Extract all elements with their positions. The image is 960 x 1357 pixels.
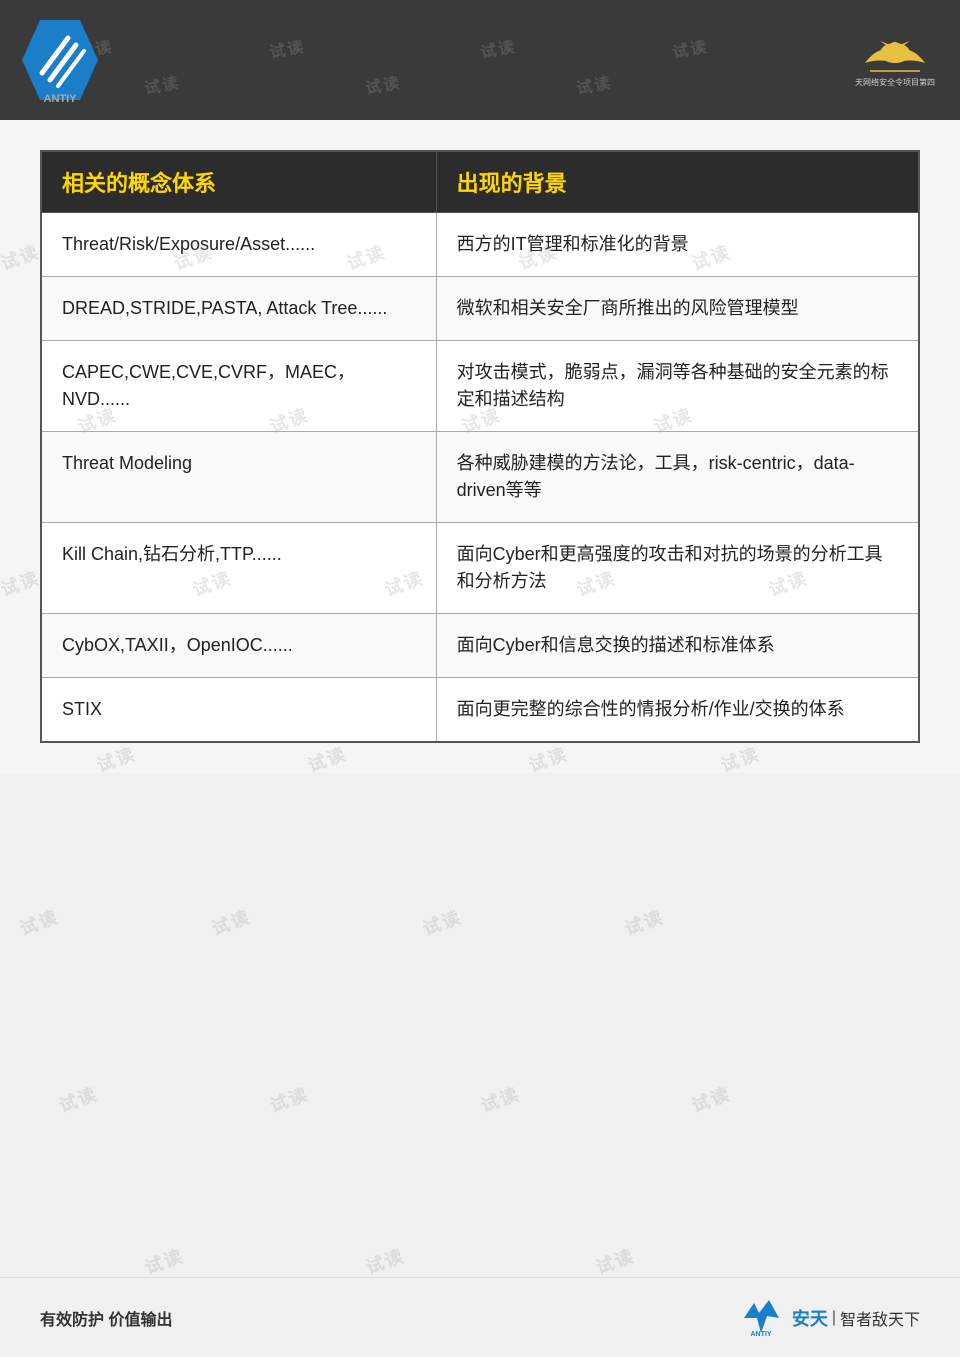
table-row: CAPEC,CWE,CVE,CVRF，MAEC，NVD......对攻击模式，脆… (41, 341, 919, 432)
wm33: 试读 (362, 1242, 408, 1280)
table-header-row: 相关的概念体系 出现的背景 (41, 151, 919, 213)
table-cell-col1-row3: Threat Modeling (41, 432, 436, 523)
table-cell-col1-row4: Kill Chain,钻石分析,TTP...... (41, 523, 436, 614)
logo-area: ANTIY (20, 18, 100, 103)
wm24: 试读 (16, 903, 62, 941)
table-cell-col1-row0: Threat/Risk/Exposure/Asset...... (41, 213, 436, 277)
svg-text:ANTIY: ANTIY (750, 1331, 771, 1338)
svg-text:安天网络安全令项目第四期: 安天网络安全令项目第四期 (855, 77, 935, 87)
header-watermark-7: 试读 (574, 69, 614, 99)
header-brand-icon: 安天网络安全令项目第四期 (855, 33, 935, 88)
table-cell-col1-row2: CAPEC,CWE,CVE,CVRF，MAEC，NVD...... (41, 341, 436, 432)
wm32: 试读 (141, 1242, 187, 1280)
table-cell-col1-row5: CybOX,TAXII，OpenIOC...... (41, 614, 436, 678)
header-right: 安天网络安全令项目第四期 (850, 25, 940, 95)
table-cell-col2-row1: 微软和相关安全厂商所推出的风险管理模型 (436, 277, 919, 341)
wm31: 试读 (688, 1080, 734, 1118)
table-cell-col2-row5: 面向Cyber和信息交换的描述和标准体系 (436, 614, 919, 678)
header-watermark-5: 试读 (142, 69, 182, 99)
table-row: STIX面向更完整的综合性的情报分析/作业/交换的体系 (41, 678, 919, 743)
wm28: 试读 (54, 1080, 100, 1118)
footer-logo-text: 安天 (792, 1305, 828, 1331)
wm29: 试读 (266, 1080, 312, 1118)
col1-header: 相关的概念体系 (41, 151, 436, 213)
header-watermark-2: 试读 (267, 33, 307, 63)
table-cell-col2-row4: 面向Cyber和更高强度的攻击和对抗的场景的分析工具和分析方法 (436, 523, 919, 614)
col2-header: 出现的背景 (436, 151, 919, 213)
table-row: Threat/Risk/Exposure/Asset......西方的IT管理和… (41, 213, 919, 277)
header-watermark-4: 试读 (670, 33, 710, 63)
wm27: 试读 (621, 903, 667, 941)
footer-brand: ANTIY 安天 | 智者敌天下 (739, 1298, 920, 1338)
header-watermarks: 试读 试读 试读 试读 试读 试读 试读 (0, 0, 960, 120)
table-cell-col2-row6: 面向更完整的综合性的情报分析/作业/交换的体系 (436, 678, 919, 743)
table-row: CybOX,TAXII，OpenIOC......面向Cyber和信息交换的描述… (41, 614, 919, 678)
wm34: 试读 (592, 1242, 638, 1280)
wm25: 试读 (208, 903, 254, 941)
table-row: Threat Modeling各种威胁建模的方法论，工具，risk-centri… (41, 432, 919, 523)
footer-logo-icon: ANTIY (739, 1298, 784, 1338)
table-cell-col1-row6: STIX (41, 678, 436, 743)
antiy-text: ANTIY (20, 93, 100, 105)
main-content: 相关的概念体系 出现的背景 Threat/Risk/Exposure/Asset… (0, 120, 960, 773)
header: 试读 试读 试读 试读 试读 试读 试读 ANTIY (0, 0, 960, 120)
content-table: 相关的概念体系 出现的背景 Threat/Risk/Exposure/Asset… (40, 150, 920, 743)
footer-slogan: 有效防护 价值输出 (40, 1306, 172, 1330)
table-row: Kill Chain,钻石分析,TTP......面向Cyber和更高强度的攻击… (41, 523, 919, 614)
antiy-logo-icon (20, 18, 100, 103)
wm30: 试读 (477, 1080, 523, 1118)
table-cell-col1-row1: DREAD,STRIDE,PASTA, Attack Tree...... (41, 277, 436, 341)
table-cell-col2-row2: 对攻击模式，脆弱点，漏洞等各种基础的安全元素的标定和描述结构 (436, 341, 919, 432)
footer: 有效防护 价值输出 ANTIY 安天 | 智者敌天下 (0, 1277, 960, 1357)
header-watermark-3: 试读 (478, 33, 518, 63)
header-watermark-6: 试读 (363, 69, 403, 99)
wm26: 试读 (419, 903, 465, 941)
table-cell-col2-row0: 西方的IT管理和标准化的背景 (436, 213, 919, 277)
table-cell-col2-row3: 各种威胁建模的方法论，工具，risk-centric，data-driven等等 (436, 432, 919, 523)
table-row: DREAD,STRIDE,PASTA, Attack Tree......微软和… (41, 277, 919, 341)
header-brand-logo: 安天网络安全令项目第四期 (850, 25, 940, 95)
footer-logo-slogan: 智者敌天下 (840, 1306, 920, 1330)
